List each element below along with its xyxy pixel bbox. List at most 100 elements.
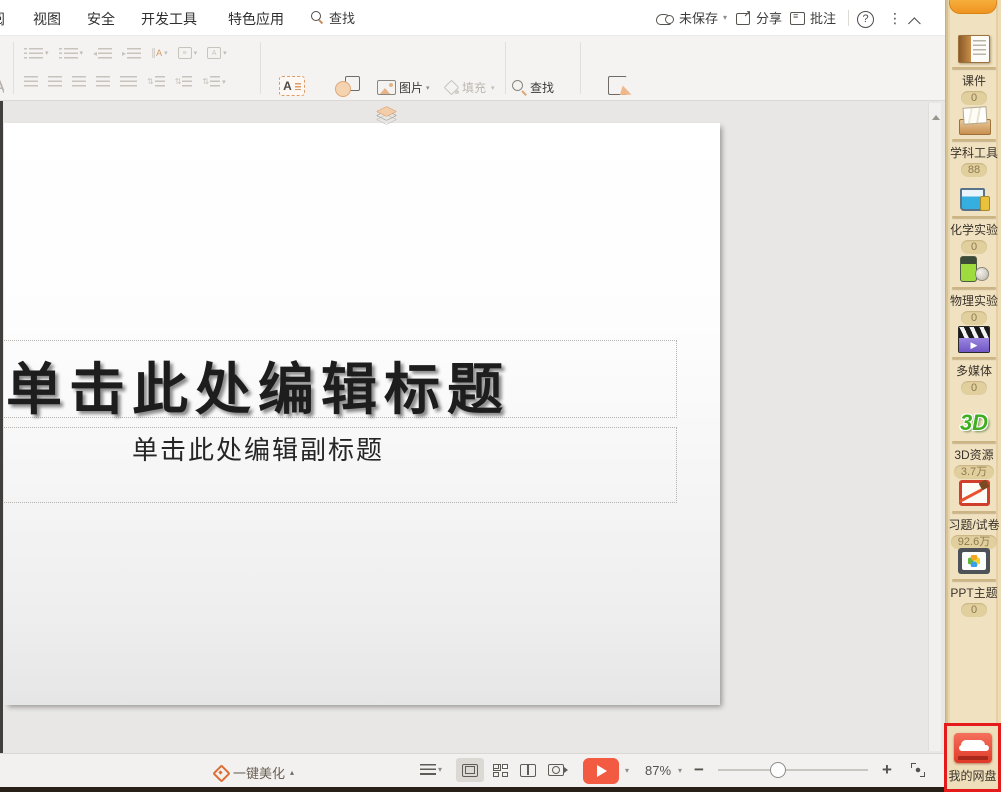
zoom-options-chevron-icon[interactable]: ▾ [678,767,682,775]
zoom-in-button[interactable]: + [882,760,892,780]
menu-item-devtools[interactable]: 开发工具 [141,9,197,29]
menu-item-partial[interactable]: 阅 [0,9,8,29]
slide-subtitle-placeholder[interactable]: 单击此处编辑副标题 [0,430,677,467]
record-button[interactable] [545,760,567,780]
subject-tools-icon [958,107,990,135]
ribbon-toolbar: A ▾ ▾ ◂ ▸ ∥A▾ ≡▾ A▾ ⇅ ⇅ ⇅▾ 文本框▾ [0,36,1001,101]
menu-item-view[interactable]: 视图 [33,9,61,29]
multimedia-icon [958,326,990,353]
grid-view-icon [493,764,508,777]
sidebar-item-cloud-drive-highlighted[interactable]: 我的网盘 [944,723,1001,792]
more-menu-button[interactable]: ⋮ [888,10,902,27]
search-icon [311,11,324,24]
ppt-theme-icon [958,548,990,574]
save-status-label: 未保存 [679,8,718,27]
normal-view-button[interactable] [456,758,484,782]
sidebar-item-chemistry[interactable]: 化学实验 0 [946,181,1001,254]
group-separator [260,42,261,94]
justify-button[interactable] [96,76,110,87]
fit-screen-icon [911,763,925,777]
ribbon-find-button[interactable]: 查找 [512,79,554,96]
3d-resource-icon: 3D [960,410,988,436]
sidebar-item-physics[interactable]: 物理实验 0 [946,252,1001,325]
chevron-down-icon: ▾ [438,766,442,774]
text-direction-button[interactable]: ∥A▾ [151,48,168,59]
numbered-list-button[interactable]: ▾ [59,48,84,59]
zoom-level-value[interactable]: 87% [645,763,671,778]
distribute-button[interactable] [120,76,137,87]
shapes-icon [335,76,361,97]
share-label: 分享 [756,8,782,27]
beautify-icon [213,765,228,780]
cloud-drive-icon [954,733,992,763]
slide-sorter-button[interactable] [489,760,511,780]
group-separator [13,42,14,94]
cloud-drive-label: 我的网盘 [947,767,998,784]
menu-item-special[interactable]: 特色应用 [228,9,284,29]
vertical-textbox-button[interactable]: A▾ [207,47,227,59]
count-badge: 88 [961,163,987,177]
para-spacing-before-button[interactable]: ⇅ [175,76,193,87]
slide-title-placeholder[interactable]: 单击此处编辑标题 [0,345,677,426]
sidebar-item-subject-tools[interactable]: 学科工具 88 [946,104,1001,177]
notes-icon [420,764,436,776]
divider [848,10,849,26]
sidebar-item-label: 多媒体 [956,362,992,379]
save-status-button[interactable]: 未保存 ▾ [655,8,727,27]
exercises-icon [959,480,990,506]
promo-pill-button[interactable] [949,0,997,14]
sidebar-item-label: 物理实验 [950,292,998,309]
vertical-scrollbar[interactable] [928,103,941,751]
find-icon [512,80,527,95]
menu-item-security[interactable]: 安全 [87,9,115,29]
fill-button[interactable]: 填充▾ [443,79,495,96]
bullet-list-button[interactable]: ▾ [24,48,49,59]
group-separator [580,42,581,94]
shelf-line [952,67,996,69]
courseware-icon [958,35,990,63]
slideshow-play-button[interactable] [583,758,619,784]
decrease-indent-button[interactable]: ◂ [93,48,112,59]
chemistry-lab-icon [958,184,990,212]
zoom-slider-track[interactable] [718,769,868,771]
shelf-line [952,511,996,513]
share-button[interactable]: 分享 [736,8,782,27]
menu-find-button[interactable]: 查找 [311,8,355,27]
sidebar-item-ppt-themes[interactable]: PPT主题 0 [946,544,1001,617]
picture-button[interactable]: 图片▾ [377,79,430,96]
increase-indent-button[interactable]: ▸ [122,48,141,59]
notes-view-button[interactable]: ▾ [420,760,442,780]
resource-sidebar: 课件 0 学科工具 88 化学实验 0 物理实验 0 多媒体 0 [945,0,1001,792]
slide-editing-area[interactable]: 单击此处编辑标题 单击此处编辑副标题 [0,101,945,753]
window-bottom-edge [0,787,945,792]
thumbnail-panel-edge [0,101,3,753]
slide[interactable]: 单击此处编辑标题 单击此处编辑副标题 [4,123,720,705]
sidebar-item-courseware[interactable]: 课件 0 [946,32,1001,105]
chevron-up-icon: ▴ [290,769,294,777]
shelf-line [952,579,996,581]
comment-label: 批注 [810,8,836,27]
sidebar-item-multimedia[interactable]: 多媒体 0 [946,322,1001,395]
align-right-button[interactable] [72,76,86,87]
zoom-slider-knob[interactable] [770,762,786,778]
para-spacing-after-button[interactable]: ⇅▾ [202,76,225,87]
text-align-box-button[interactable]: ≡▾ [178,47,198,59]
help-button[interactable]: ? [857,9,874,28]
comment-button[interactable]: 批注 [790,8,836,27]
fit-to-window-button[interactable] [911,763,925,782]
align-left-button[interactable] [24,76,38,87]
normal-view-icon [462,764,478,777]
scroll-up-arrow-icon[interactable] [932,115,940,120]
reading-view-button[interactable] [517,760,539,780]
zoom-out-button[interactable]: − [694,760,704,780]
count-badge: 0 [961,91,987,105]
play-options-chevron-icon[interactable]: ▾ [625,767,629,775]
align-center-button[interactable] [48,76,62,87]
shelf-line [952,357,996,359]
wps-presentation-window: 阅 视图 安全 开发工具 特色应用 查找 未保存 ▾ 分享 批注 ? ⋮ A [0,0,1001,792]
line-spacing-button[interactable]: ⇅ [147,76,165,87]
sidebar-item-3d-resources[interactable]: 3D 3D资源 3.7万 [946,406,1001,479]
beautify-button[interactable]: 一键美化 ▴ [213,763,294,782]
collapse-ribbon-button[interactable] [912,13,921,31]
sidebar-item-exercises[interactable]: 习题/试卷 92.6万 [946,476,1001,549]
